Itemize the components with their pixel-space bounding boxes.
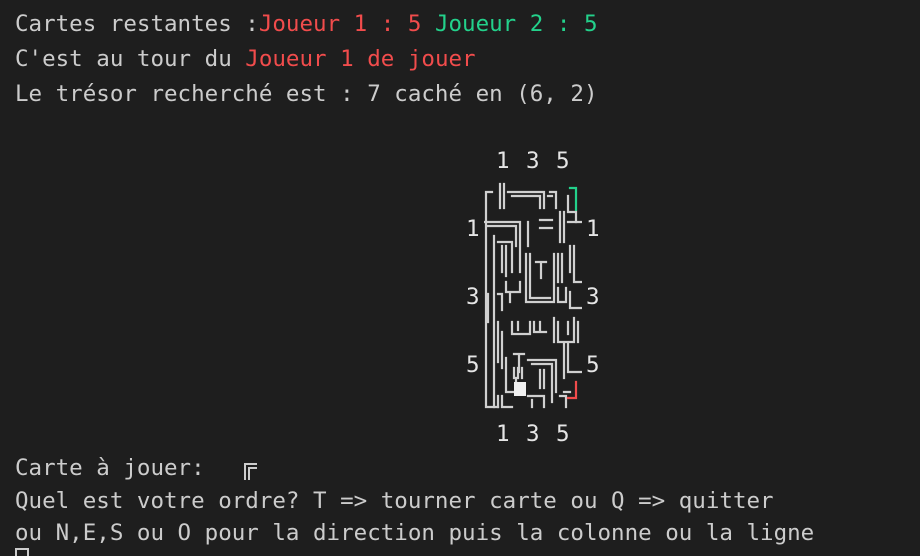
maze-wall — [496, 320, 504, 370]
maze-wall — [526, 394, 546, 409]
maze-wall — [510, 320, 532, 336]
treasure-line: Le trésor recherché est : 7 caché en (6,… — [15, 81, 598, 107]
row-label-right-3: 3 — [586, 284, 600, 310]
row-label-left-3: 3 — [466, 284, 480, 310]
maze-wall — [546, 190, 558, 210]
maze-wall — [558, 210, 582, 244]
player2-tile — [568, 186, 578, 212]
row-label-left-5: 5 — [466, 352, 480, 378]
card-to-play-line: Carte à jouer: — [15, 453, 218, 483]
row-label-left-1: 1 — [466, 216, 480, 242]
tile-corner-icon — [244, 463, 257, 480]
direction-prompt-line: ou N,E,S ou O pour la direction puis la … — [15, 520, 815, 546]
col-label-top-3: 3 — [526, 148, 540, 174]
player1-cards: Joueur 1 : 5 — [258, 11, 422, 37]
player2-cards: Joueur 2 : 5 — [434, 11, 598, 37]
col-label-bottom-1: 1 — [496, 421, 510, 447]
maze-wall — [556, 286, 568, 304]
cards-remaining-label: Cartes restantes : — [15, 11, 259, 37]
treasure-block — [514, 382, 526, 396]
col-label-top-1: 1 — [496, 148, 510, 174]
maze-wall — [568, 290, 582, 310]
card-to-play-label: Carte à jouer: — [15, 455, 219, 481]
col-label-bottom-5: 5 — [556, 421, 570, 447]
turn-line: C'est au tour du Joueur 1 de jouer — [15, 44, 476, 74]
maze-wall — [512, 366, 524, 380]
maze-wall — [498, 182, 506, 210]
maze-wall — [562, 342, 582, 380]
terminal-cursor[interactable] — [15, 548, 29, 556]
maze-wall — [556, 252, 564, 284]
turn-label: C'est au tour du — [15, 46, 246, 72]
maze-wall — [496, 394, 514, 409]
turn-player: Joueur 1 de jouer — [245, 46, 476, 72]
maze-wall — [566, 194, 578, 224]
order-prompt-line: Quel est votre ordre? T => tourner carte… — [15, 488, 774, 514]
col-label-top-5: 5 — [556, 148, 570, 174]
maze-wall — [506, 190, 546, 210]
maze-wall — [534, 260, 548, 280]
maze-wall — [504, 280, 522, 304]
player1-tile — [566, 380, 578, 400]
row-label-right-1: 1 — [586, 216, 600, 242]
maze-wall — [538, 368, 546, 390]
row-label-right-5: 5 — [586, 352, 600, 378]
cards-remaining-line: Cartes restantes :Joueur 1 : 5 Joueur 2 … — [15, 9, 598, 39]
col-label-bottom-3: 3 — [526, 421, 540, 447]
maze-board — [484, 182, 582, 409]
maze-wall — [526, 218, 554, 248]
maze-wall — [552, 316, 576, 344]
maze-wall — [532, 320, 548, 334]
maze-wall — [568, 244, 582, 284]
maze-wall — [500, 244, 508, 278]
maze-wall — [558, 390, 572, 409]
